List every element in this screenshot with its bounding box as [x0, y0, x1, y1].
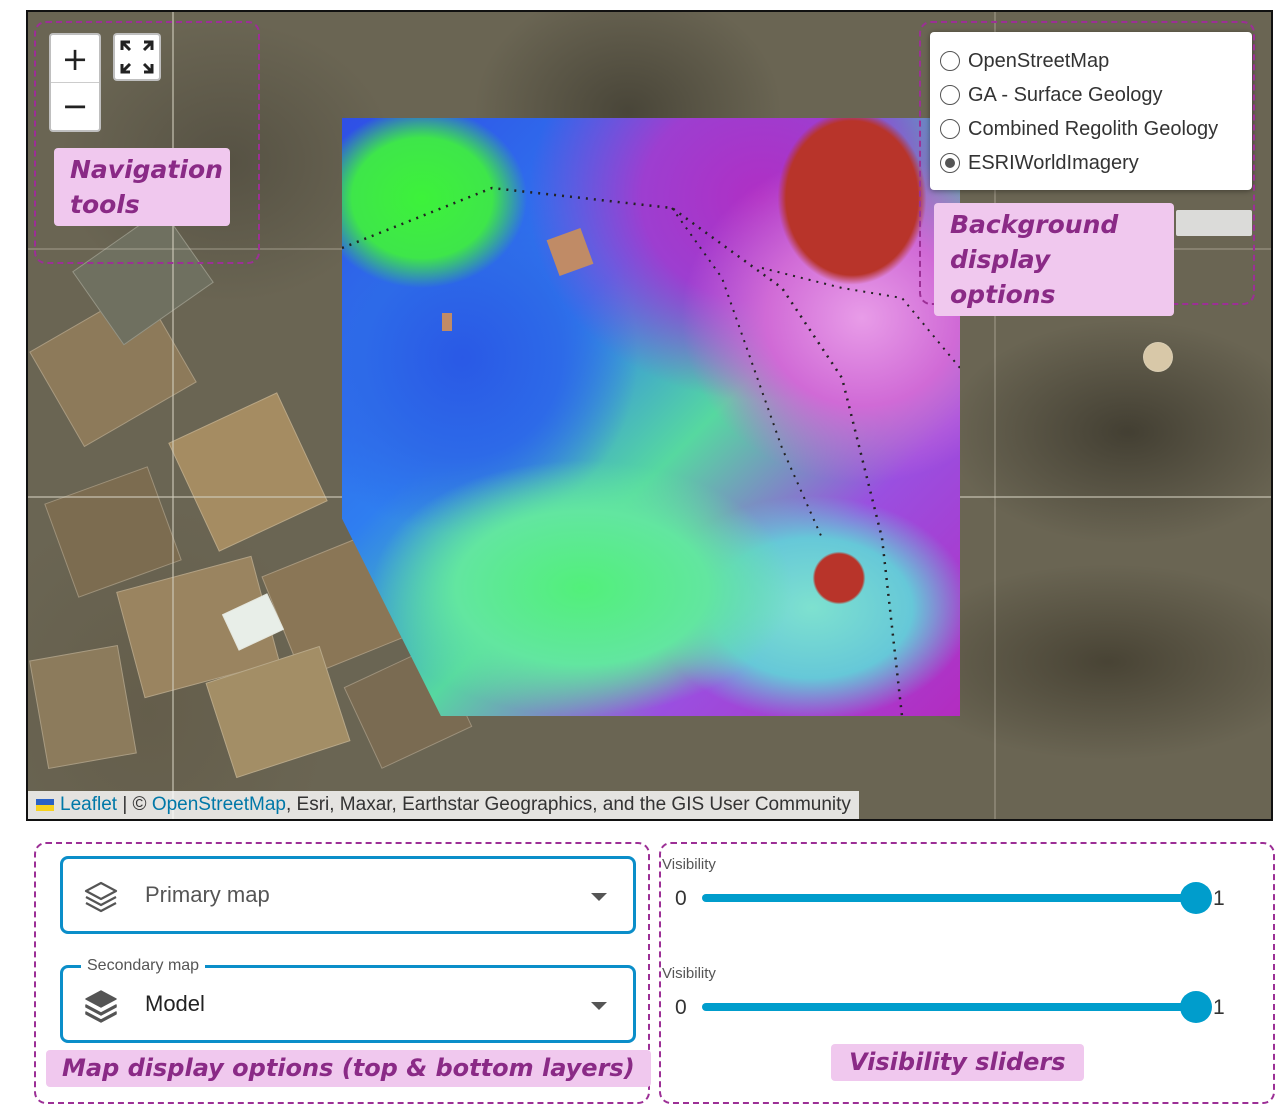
visibility-slider-track[interactable]: [702, 894, 1196, 902]
background-callout-text: Background display options: [950, 210, 1119, 309]
slider-max-label: 1: [1213, 887, 1225, 910]
background-callout: Background display options: [934, 203, 1174, 316]
visibility-label: Visibility: [662, 965, 716, 982]
leaflet-link[interactable]: Leaflet: [60, 794, 117, 816]
visibility-slider-thumb[interactable]: [1180, 991, 1212, 1023]
map-display-callout-text: Map display options (top & bottom layers…: [62, 1054, 635, 1082]
visibility-callout: Visibility sliders: [831, 1044, 1084, 1081]
slider-max-label: 1: [1213, 996, 1225, 1019]
visibility-callout-text: Visibility sliders: [849, 1048, 1066, 1076]
layers-filled-icon: [85, 990, 117, 1023]
model-overlay: [342, 118, 960, 716]
layers-outline-icon: [84, 881, 118, 913]
map-attribution: Leaflet | © OpenStreetMap , Esri, Maxar,…: [28, 791, 859, 819]
openstreetmap-link[interactable]: OpenStreetMap: [152, 794, 286, 816]
dropdown-caret-icon: [591, 893, 607, 901]
secondary-map-select[interactable]: Secondary map Model: [60, 955, 636, 1043]
attribution-text: , Esri, Maxar, Earthstar Geographics, an…: [285, 794, 851, 815]
primary-map-select[interactable]: Primary map: [60, 856, 636, 934]
primary-map-placeholder: Primary map: [145, 882, 270, 907]
visibility-slider-track[interactable]: [702, 1003, 1196, 1011]
slider-min-label: 0: [675, 887, 687, 910]
visibility-slider-thumb[interactable]: [1180, 882, 1212, 914]
ukraine-flag-icon: [36, 799, 54, 811]
paddock: [168, 392, 328, 552]
app-root: + − OpenStreetMap GA - Surface Geology C…: [0, 0, 1288, 1106]
dropdown-caret-icon: [591, 1002, 607, 1010]
secondary-map-legend: Secondary map: [81, 955, 206, 977]
paddock: [1143, 342, 1173, 372]
navigation-annotation-box: [34, 21, 260, 264]
paddock: [29, 645, 137, 769]
visibility-label: Visibility: [662, 856, 716, 873]
map-display-callout: Map display options (top & bottom layers…: [46, 1050, 651, 1087]
navigation-callout-text: Navigation tools: [70, 155, 223, 219]
slider-min-label: 0: [675, 996, 687, 1019]
navigation-callout: Navigation tools: [54, 148, 230, 226]
attribution-separator: | ©: [117, 794, 152, 815]
paddock: [44, 466, 182, 598]
secondary-map-value: Model: [145, 991, 205, 1016]
